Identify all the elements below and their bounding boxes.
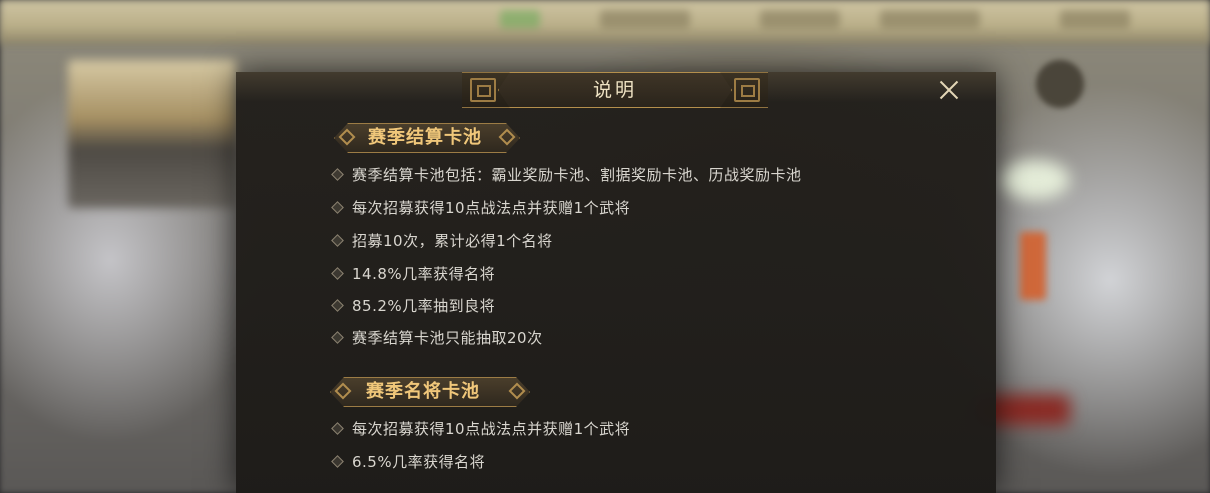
background-red-bar [1020, 232, 1046, 300]
background-round-button [1036, 60, 1084, 108]
header-ornament-right [509, 383, 526, 400]
bullet-diamond-icon [331, 266, 344, 280]
list-item: 每次招募获得10点战法点并获赠1个武将 [330, 417, 630, 439]
background-highlight [1000, 160, 1070, 200]
list-item-text: 赛季结算卡池只能抽取20次 [352, 328, 543, 347]
list-item: 85.2%几率抽到良将 [330, 294, 495, 316]
background-top-bar [0, 0, 1210, 44]
bullet-diamond-icon [331, 298, 344, 312]
header-ornament-right [499, 129, 516, 146]
header-ornament-left [339, 129, 356, 146]
dialog-title: 说明 [592, 79, 637, 101]
list-item: 14.8%几率获得名将 [330, 262, 495, 284]
list-item-text: 14.8%几率获得名将 [352, 264, 496, 283]
title-ornament-right [734, 78, 760, 102]
bullet-diamond-icon [331, 200, 344, 214]
list-item: 6.5%几率获得名将 [330, 450, 485, 472]
list-item-text: 每次招募获得10点战法点并获赠1个武将 [352, 198, 631, 217]
list-item-text: 每次招募获得10点战法点并获赠1个武将 [352, 419, 631, 438]
list-item: 赛季结算卡池只能抽取20次 [330, 326, 543, 348]
bullet-diamond-icon [331, 167, 344, 181]
list-item: 每次招募获得10点战法点并获赠1个武将 [330, 196, 630, 218]
close-icon[interactable] [936, 77, 962, 103]
list-item: 赛季结算卡池包括：霸业奖励卡池、割据奖励卡池、历战奖励卡池 [330, 163, 802, 185]
background-card [68, 60, 236, 208]
bullet-diamond-icon [331, 330, 344, 344]
list-item-text: 85.2%几率抽到良将 [352, 296, 496, 315]
title-ornament-left [470, 78, 496, 102]
section-title-season-general: 赛季名将卡池 [366, 381, 480, 402]
section-title-season-settlement: 赛季结算卡池 [368, 127, 482, 148]
header-ornament-left [335, 383, 352, 400]
bullet-diamond-icon [331, 233, 344, 247]
bullet-diamond-icon [331, 454, 344, 468]
list-item-text: 6.5%几率获得名将 [352, 452, 486, 471]
bullet-diamond-icon [331, 421, 344, 435]
list-item-text: 招募10次，累计必得1个名将 [352, 231, 553, 250]
list-item-text: 赛季结算卡池包括：霸业奖励卡池、割据奖励卡池、历战奖励卡池 [352, 165, 802, 184]
list-item: 招募10次，累计必得1个名将 [330, 229, 553, 251]
